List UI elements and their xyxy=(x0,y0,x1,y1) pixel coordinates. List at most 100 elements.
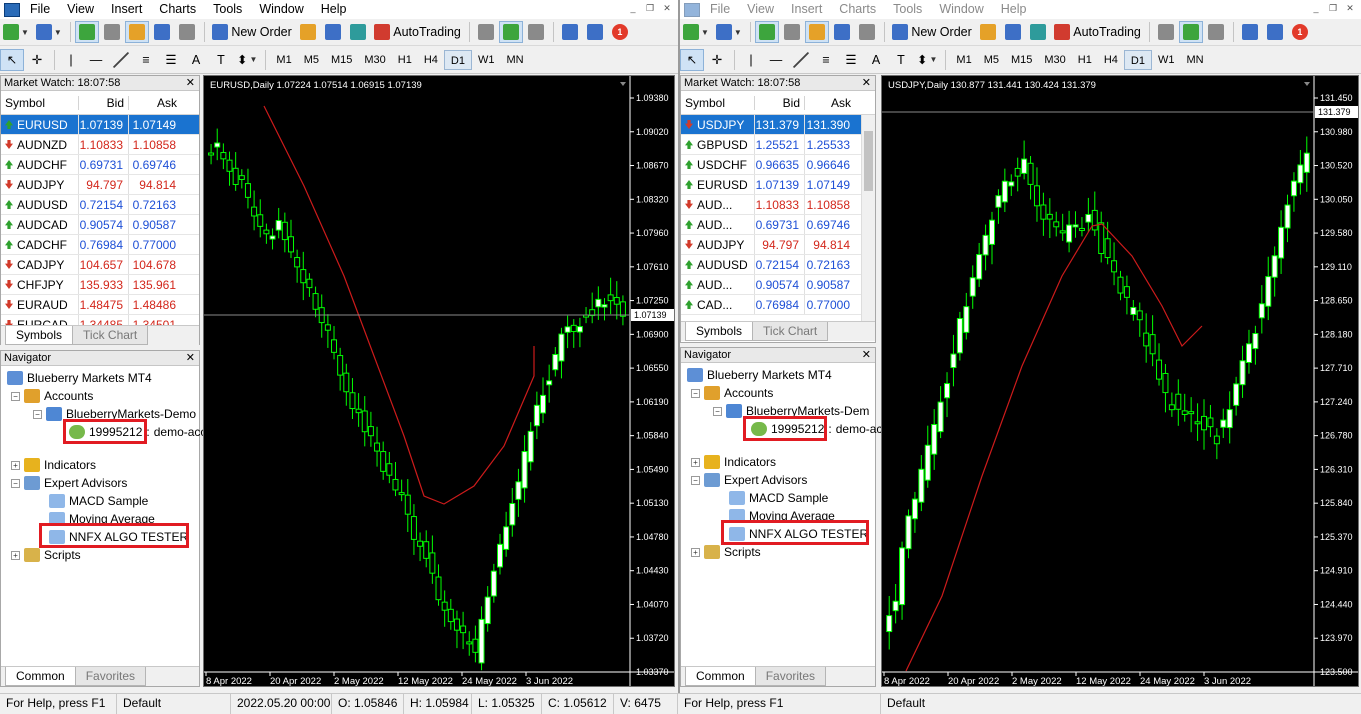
tree-scripts[interactable]: + Scripts xyxy=(691,543,761,561)
market-watch-toggle[interactable] xyxy=(755,21,779,43)
menu-help[interactable]: Help xyxy=(313,0,356,19)
tab-common[interactable]: Common xyxy=(685,667,756,686)
collapse-icon[interactable]: − xyxy=(33,410,42,419)
text-tool[interactable]: A xyxy=(864,49,888,71)
tf-mn[interactable]: MN xyxy=(1180,50,1209,70)
new-chart-button[interactable]: ▼ xyxy=(680,21,712,43)
new-order-button[interactable]: New Order xyxy=(209,21,295,43)
tf-m5[interactable]: M5 xyxy=(298,50,325,70)
label-tool[interactable]: T xyxy=(889,49,913,71)
horizontal-line-tool[interactable]: — xyxy=(84,49,108,71)
col-bid[interactable]: Bid xyxy=(79,96,129,110)
tf-w1[interactable]: W1 xyxy=(472,50,501,70)
vertical-line-tool[interactable]: | xyxy=(59,49,83,71)
price-chart[interactable]: 131.450130.980130.520130.050129.580129.1… xyxy=(882,76,1359,687)
tf-h1[interactable]: H1 xyxy=(1072,50,1098,70)
bar-chart-button[interactable] xyxy=(1154,21,1178,43)
arrows-tool[interactable]: ⬍ ▼ xyxy=(914,49,940,71)
market-watch-row[interactable]: CAD... 0.76984 0.77000 xyxy=(681,295,875,315)
strategy-tester-toggle[interactable] xyxy=(175,21,199,43)
collapse-icon[interactable]: − xyxy=(11,479,20,488)
menu-insert[interactable]: Insert xyxy=(103,0,151,19)
tf-w1[interactable]: W1 xyxy=(1152,50,1181,70)
tf-m15[interactable]: M15 xyxy=(325,50,358,70)
tree-ea-item[interactable]: MACD Sample xyxy=(729,489,828,507)
menu-charts[interactable]: Charts xyxy=(151,0,205,19)
crosshair-tool[interactable]: ✛ xyxy=(25,49,49,71)
col-ask[interactable]: Ask xyxy=(129,96,181,110)
cursor-tool[interactable]: ↖ xyxy=(0,49,24,71)
menu-window[interactable]: Window xyxy=(251,0,312,19)
options-button[interactable] xyxy=(558,21,582,43)
menu-insert[interactable]: Insert xyxy=(783,0,831,19)
col-bid[interactable]: Bid xyxy=(755,96,805,110)
market-watch-row[interactable]: CADCHF 0.76984 0.77000 xyxy=(1,235,199,255)
tab-favorites[interactable]: Favorites xyxy=(755,667,826,686)
vertical-line-tool[interactable]: | xyxy=(739,49,763,71)
trendline-tool[interactable] xyxy=(109,49,133,71)
signals-button[interactable] xyxy=(1026,21,1050,43)
menu-view[interactable]: View xyxy=(59,0,103,19)
collapse-icon[interactable]: − xyxy=(691,389,700,398)
fibonacci-tool[interactable]: ☰ xyxy=(159,49,183,71)
line-chart-button[interactable] xyxy=(524,21,548,43)
market-watch-row[interactable]: USDJPY 131.379 131.390 xyxy=(681,115,875,135)
menu-tools[interactable]: Tools xyxy=(885,0,931,19)
search-button[interactable] xyxy=(583,21,607,43)
tf-m30[interactable]: M30 xyxy=(358,50,391,70)
collapse-icon[interactable]: − xyxy=(713,407,722,416)
tab-symbols[interactable]: Symbols xyxy=(5,326,73,345)
terminal-toggle[interactable] xyxy=(830,21,854,43)
close-icon[interactable]: ✕ xyxy=(1343,2,1357,15)
terminal-toggle[interactable] xyxy=(150,21,174,43)
restore-icon[interactable]: ❐ xyxy=(643,2,657,15)
collapse-icon[interactable]: − xyxy=(11,392,20,401)
expand-icon[interactable]: + xyxy=(691,458,700,467)
close-icon[interactable]: ✕ xyxy=(186,351,195,365)
tf-d1[interactable]: D1 xyxy=(1124,50,1152,70)
collapse-icon[interactable]: − xyxy=(691,476,700,485)
new-order-button[interactable]: New Order xyxy=(889,21,975,43)
market-watch-row[interactable]: AUD... 0.69731 0.69746 xyxy=(681,215,875,235)
expand-icon[interactable]: + xyxy=(11,551,20,560)
tf-d1[interactable]: D1 xyxy=(444,50,472,70)
market-watch-row[interactable]: EURAUD 1.48475 1.48486 xyxy=(1,295,199,315)
candlestick-button[interactable] xyxy=(499,21,523,43)
market-watch-row[interactable]: GBPUSD 1.25521 1.25533 xyxy=(681,135,875,155)
menu-tools[interactable]: Tools xyxy=(205,0,251,19)
community-button[interactable] xyxy=(1001,21,1025,43)
community-button[interactable] xyxy=(321,21,345,43)
menu-file[interactable]: File xyxy=(702,0,739,19)
tab-favorites[interactable]: Favorites xyxy=(75,667,146,686)
fibonacci-tool[interactable]: ☰ xyxy=(839,49,863,71)
tree-root[interactable]: Blueberry Markets MT4 xyxy=(7,369,152,387)
data-window-toggle[interactable] xyxy=(100,21,124,43)
tree-indicators[interactable]: + Indicators xyxy=(11,456,96,474)
tab-symbols[interactable]: Symbols xyxy=(685,322,753,341)
tab-common[interactable]: Common xyxy=(5,667,76,686)
col-symbol[interactable]: Symbol xyxy=(1,96,79,110)
notifications-button[interactable]: 1 xyxy=(1288,21,1312,43)
metaeditor-button[interactable] xyxy=(296,21,320,43)
tree-ea-item[interactable]: MACD Sample xyxy=(49,492,148,510)
market-watch-row[interactable]: CHFJPY 135.933 135.961 xyxy=(1,275,199,295)
navigator-toggle[interactable] xyxy=(805,21,829,43)
line-chart-button[interactable] xyxy=(1204,21,1228,43)
autotrading-button[interactable]: AutoTrading xyxy=(371,21,464,43)
price-chart[interactable]: 1.09380 1.09020 1.08670 1.08320 1.07960 1.076… xyxy=(204,76,675,687)
close-icon[interactable]: ✕ xyxy=(862,348,871,362)
menu-window[interactable]: Window xyxy=(931,0,992,19)
chart-window[interactable]: 131.450 130.980 130.520 130.050 129.580 129.1… xyxy=(881,75,1359,687)
new-chart-button[interactable]: ▼ xyxy=(0,21,32,43)
text-tool[interactable]: A xyxy=(184,49,208,71)
channel-tool[interactable]: ≡ xyxy=(134,49,158,71)
close-icon[interactable]: ✕ xyxy=(862,76,871,90)
scrollbar-thumb[interactable] xyxy=(864,131,873,191)
menu-view[interactable]: View xyxy=(739,0,783,19)
tab-tick-chart[interactable]: Tick Chart xyxy=(72,326,148,345)
arrows-tool[interactable]: ⬍ ▼ xyxy=(234,49,260,71)
tf-h1[interactable]: H1 xyxy=(392,50,418,70)
data-window-toggle[interactable] xyxy=(780,21,804,43)
market-watch-row[interactable]: CADJPY 104.657 104.678 xyxy=(1,255,199,275)
market-watch-row[interactable]: AUD... 0.90574 0.90587 xyxy=(681,275,875,295)
